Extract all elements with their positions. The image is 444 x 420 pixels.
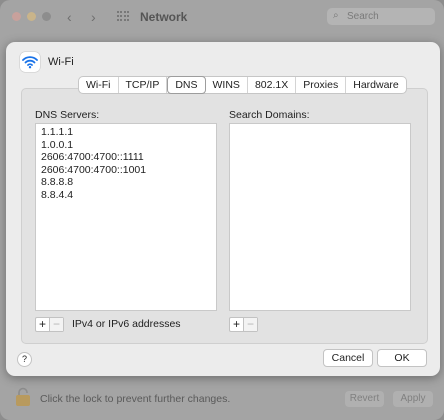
tab-tcpip[interactable]: TCP/IP <box>119 77 168 93</box>
ok-button[interactable]: OK <box>377 349 427 367</box>
tab-8021x[interactable]: 802.1X <box>248 77 297 93</box>
revert-button[interactable]: Revert <box>345 391 384 407</box>
search-input[interactable] <box>347 10 427 23</box>
dns-server-row[interactable]: 1.0.0.1 <box>36 139 216 152</box>
search-domains-list[interactable] <box>229 123 411 311</box>
tab-hardware[interactable]: Hardware <box>346 77 406 93</box>
cancel-button[interactable]: Cancel <box>323 349 373 367</box>
dns-server-row[interactable]: 8.8.8.8 <box>36 176 216 189</box>
interface-name: Wi-Fi <box>48 56 74 68</box>
wifi-icon <box>20 52 40 72</box>
minimize-window-button[interactable] <box>27 12 36 21</box>
search-field[interactable]: ⌕ <box>327 8 435 25</box>
back-arrow-icon[interactable]: ‹ <box>67 9 72 25</box>
search-domains-label: Search Domains: <box>229 109 310 121</box>
remove-search-domain-button[interactable]: − <box>244 318 257 331</box>
lock-message: Click the lock to prevent further change… <box>40 393 231 405</box>
dns-servers-label: DNS Servers: <box>35 109 100 121</box>
show-all-grid-icon[interactable] <box>117 11 129 22</box>
dns-settings-sheet: Wi-Fi Wi-Fi TCP/IP DNS WINS 802.1X Proxi… <box>6 42 440 376</box>
tab-dns[interactable]: DNS <box>167 76 206 94</box>
apply-button[interactable]: Apply <box>393 391 433 407</box>
add-dns-server-button[interactable]: + <box>36 318 50 331</box>
tab-wins[interactable]: WINS <box>206 77 248 93</box>
dns-servers-list[interactable]: 1.1.1.1 1.0.0.1 2606:4700:4700::1111 260… <box>35 123 217 311</box>
tab-proxies[interactable]: Proxies <box>296 77 347 93</box>
address-hint: IPv4 or IPv6 addresses <box>72 318 181 330</box>
zoom-window-button[interactable] <box>42 12 51 21</box>
dns-server-row[interactable]: 1.1.1.1 <box>36 126 216 139</box>
lock-icon[interactable] <box>15 387 31 407</box>
domains-add-remove-control: + − <box>229 317 258 332</box>
search-icon: ⌕ <box>333 10 339 21</box>
title-bar: ‹ › Network ⌕ <box>0 0 444 34</box>
remove-dns-server-button[interactable]: − <box>50 318 63 331</box>
tab-wifi[interactable]: Wi-Fi <box>79 77 119 93</box>
dns-server-row[interactable]: 2606:4700:4700::1001 <box>36 164 216 177</box>
dns-server-row[interactable]: 8.8.4.4 <box>36 189 216 202</box>
dns-server-row[interactable]: 2606:4700:4700::1111 <box>36 151 216 164</box>
help-button[interactable]: ? <box>17 352 32 367</box>
window-title: Network <box>140 10 188 24</box>
settings-tabs: Wi-Fi TCP/IP DNS WINS 802.1X Proxies Har… <box>78 76 407 94</box>
add-search-domain-button[interactable]: + <box>230 318 244 331</box>
close-window-button[interactable] <box>12 12 21 21</box>
dns-add-remove-control: + − <box>35 317 64 332</box>
forward-arrow-icon[interactable]: › <box>91 9 96 25</box>
